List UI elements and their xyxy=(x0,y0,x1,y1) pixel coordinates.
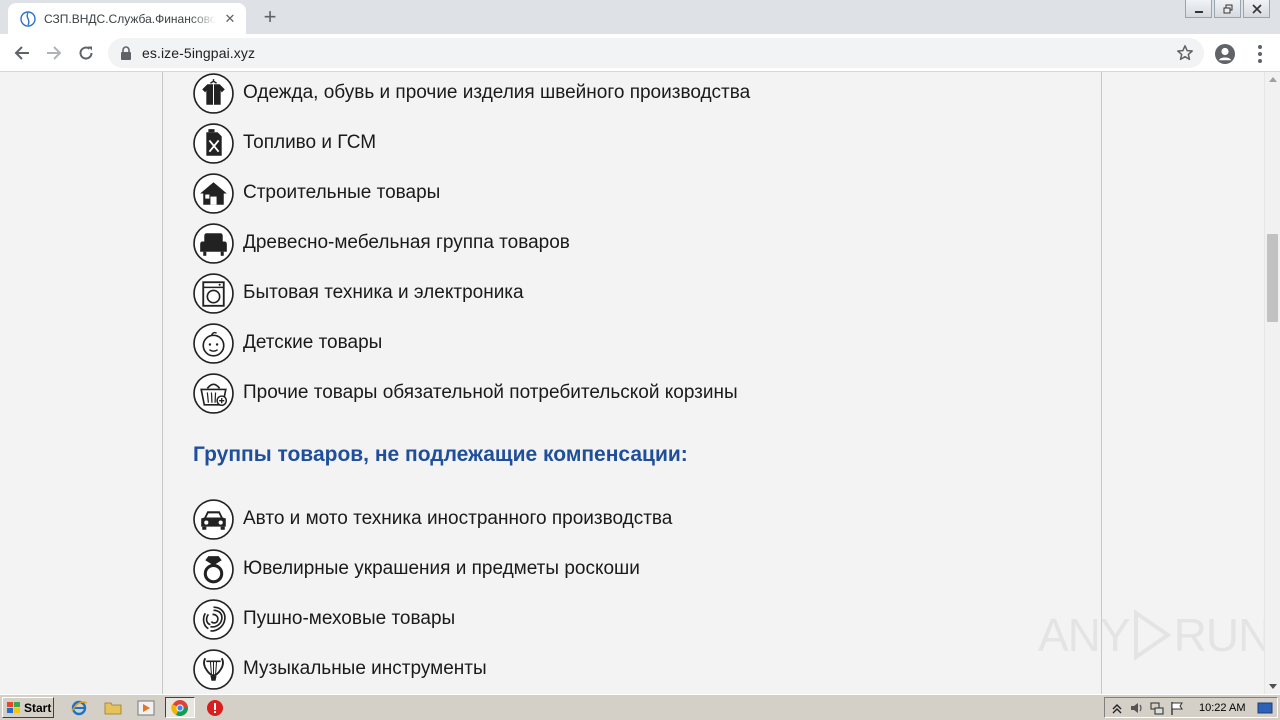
back-button[interactable] xyxy=(8,39,36,67)
item-label: Строительные товары xyxy=(243,182,441,203)
list-item: Детские товары xyxy=(193,322,382,364)
arrow-right-icon xyxy=(47,46,62,60)
network-icon[interactable] xyxy=(1149,700,1165,716)
play-logo-icon xyxy=(1133,609,1172,661)
scroll-up-button[interactable] xyxy=(1265,72,1280,86)
minimize-button[interactable] xyxy=(1185,0,1212,18)
arrow-left-icon xyxy=(14,46,29,60)
item-label: Авто и мото техника иностранного произво… xyxy=(243,508,673,529)
lyre-icon xyxy=(193,648,234,690)
chrome-icon[interactable] xyxy=(171,699,189,717)
list-item: Прочие товары обязательной потребительск… xyxy=(193,372,738,414)
reload-icon xyxy=(79,46,93,60)
restore-icon xyxy=(1223,4,1232,13)
page-scrollbar[interactable] xyxy=(1264,72,1280,694)
close-window-button[interactable] xyxy=(1243,0,1270,18)
list-item: Топливо и ГСМ xyxy=(193,122,376,164)
anyrun-watermark: ANY RUN xyxy=(1038,608,1264,662)
baby-face-icon xyxy=(193,322,234,364)
close-icon xyxy=(1251,3,1262,14)
list-item: Бытовая техника и электроника xyxy=(193,272,524,314)
address-bar[interactable]: es.ize-5ingpai.xyz xyxy=(108,38,1204,68)
list-item: Пушно-меховые товары xyxy=(193,598,455,640)
watermark-text-right: RUN xyxy=(1173,609,1264,661)
non-compensable-heading: Группы товаров, не подлежащие компенсаци… xyxy=(193,443,688,466)
list-item: Музыкальные инструменты xyxy=(193,648,487,690)
tab-close-icon[interactable]: ✕ xyxy=(222,11,238,27)
browser-toolbar: es.ize-5ingpai.xyz xyxy=(0,34,1280,72)
fuel-canister-icon xyxy=(193,122,234,164)
item-label: Ювелирные украшения и предметы роскоши xyxy=(243,558,640,579)
item-label: Топливо и ГСМ xyxy=(243,132,377,153)
internet-explorer-icon[interactable] xyxy=(70,699,88,717)
url-text[interactable]: es.ize-5ingpai.xyz xyxy=(142,45,255,61)
show-desktop-icon[interactable] xyxy=(1257,700,1273,716)
armchair-icon xyxy=(193,222,234,264)
minimize-icon xyxy=(1194,10,1203,13)
scrollbar-thumb[interactable] xyxy=(1267,234,1278,322)
windows-taskbar: Start 10:22 AM xyxy=(0,694,1280,720)
item-label: Одежда, обувь и прочие изделия швейного … xyxy=(243,82,751,103)
forward-button[interactable] xyxy=(40,39,68,67)
action-center-flag-icon[interactable] xyxy=(1169,700,1185,716)
kebab-menu-icon[interactable] xyxy=(1250,43,1270,65)
site-favicon-icon xyxy=(20,10,36,27)
item-label: Древесно-мебельная группа товаров xyxy=(243,232,570,253)
item-label: Музыкальные инструменты xyxy=(243,658,487,679)
media-player-icon[interactable] xyxy=(137,699,155,717)
fur-icon xyxy=(193,598,234,640)
system-tray: 10:22 AM xyxy=(1104,697,1278,718)
list-item: Строительные товары xyxy=(193,172,440,214)
item-label: Пушно-меховые товары xyxy=(243,608,456,629)
caret-down-icon xyxy=(1269,684,1277,689)
car-icon xyxy=(193,498,234,540)
taskbar-clock[interactable]: 10:22 AM xyxy=(1199,702,1245,714)
windows-flag-icon xyxy=(7,701,20,713)
new-tab-icon[interactable]: + xyxy=(258,5,282,29)
profile-avatar-icon[interactable] xyxy=(1214,43,1236,65)
washing-machine-icon xyxy=(193,272,234,314)
restore-button[interactable] xyxy=(1214,0,1241,18)
tab-strip: СЗП.ВНДС.Служба.Финансовой.Защиты ✕ + xyxy=(0,0,1280,34)
folder-icon[interactable] xyxy=(104,699,122,717)
house-icon xyxy=(193,172,234,214)
watermark-text-left: ANY xyxy=(1038,609,1131,661)
clothing-icon xyxy=(193,72,234,114)
basket-icon xyxy=(193,372,234,414)
page-viewport: Одежда, обувь и прочие изделия швейного … xyxy=(0,72,1264,694)
list-item: Авто и мото техника иностранного произво… xyxy=(193,498,672,540)
item-label: Бытовая техника и электроника xyxy=(243,282,524,303)
caret-up-icon xyxy=(1269,77,1277,82)
browser-tab[interactable]: СЗП.ВНДС.Служба.Финансовой.Защиты ✕ xyxy=(8,3,246,34)
item-label: Детские товары xyxy=(243,332,383,353)
start-label: Start xyxy=(24,700,52,715)
volume-icon[interactable] xyxy=(1129,700,1145,716)
ring-icon xyxy=(193,548,234,590)
bookmark-star-icon[interactable] xyxy=(1176,44,1194,62)
chevron-up-icon[interactable] xyxy=(1109,700,1125,716)
list-item: Древесно-мебельная группа товаров xyxy=(193,222,570,264)
stop-sign-icon[interactable] xyxy=(206,699,224,717)
item-label: Прочие товары обязательной потребительск… xyxy=(243,382,738,403)
reload-button[interactable] xyxy=(72,39,100,67)
content-column: Одежда, обувь и прочие изделия швейного … xyxy=(162,72,1102,694)
window-controls xyxy=(1183,0,1270,18)
tab-title: СЗП.ВНДС.Служба.Финансовой.Защиты xyxy=(44,11,216,26)
list-item: Ювелирные украшения и предметы роскоши xyxy=(193,548,640,590)
scroll-down-button[interactable] xyxy=(1265,680,1280,694)
start-button[interactable]: Start xyxy=(2,697,54,718)
list-item: Одежда, обувь и прочие изделия швейного … xyxy=(193,72,750,114)
lock-icon[interactable] xyxy=(120,46,132,60)
